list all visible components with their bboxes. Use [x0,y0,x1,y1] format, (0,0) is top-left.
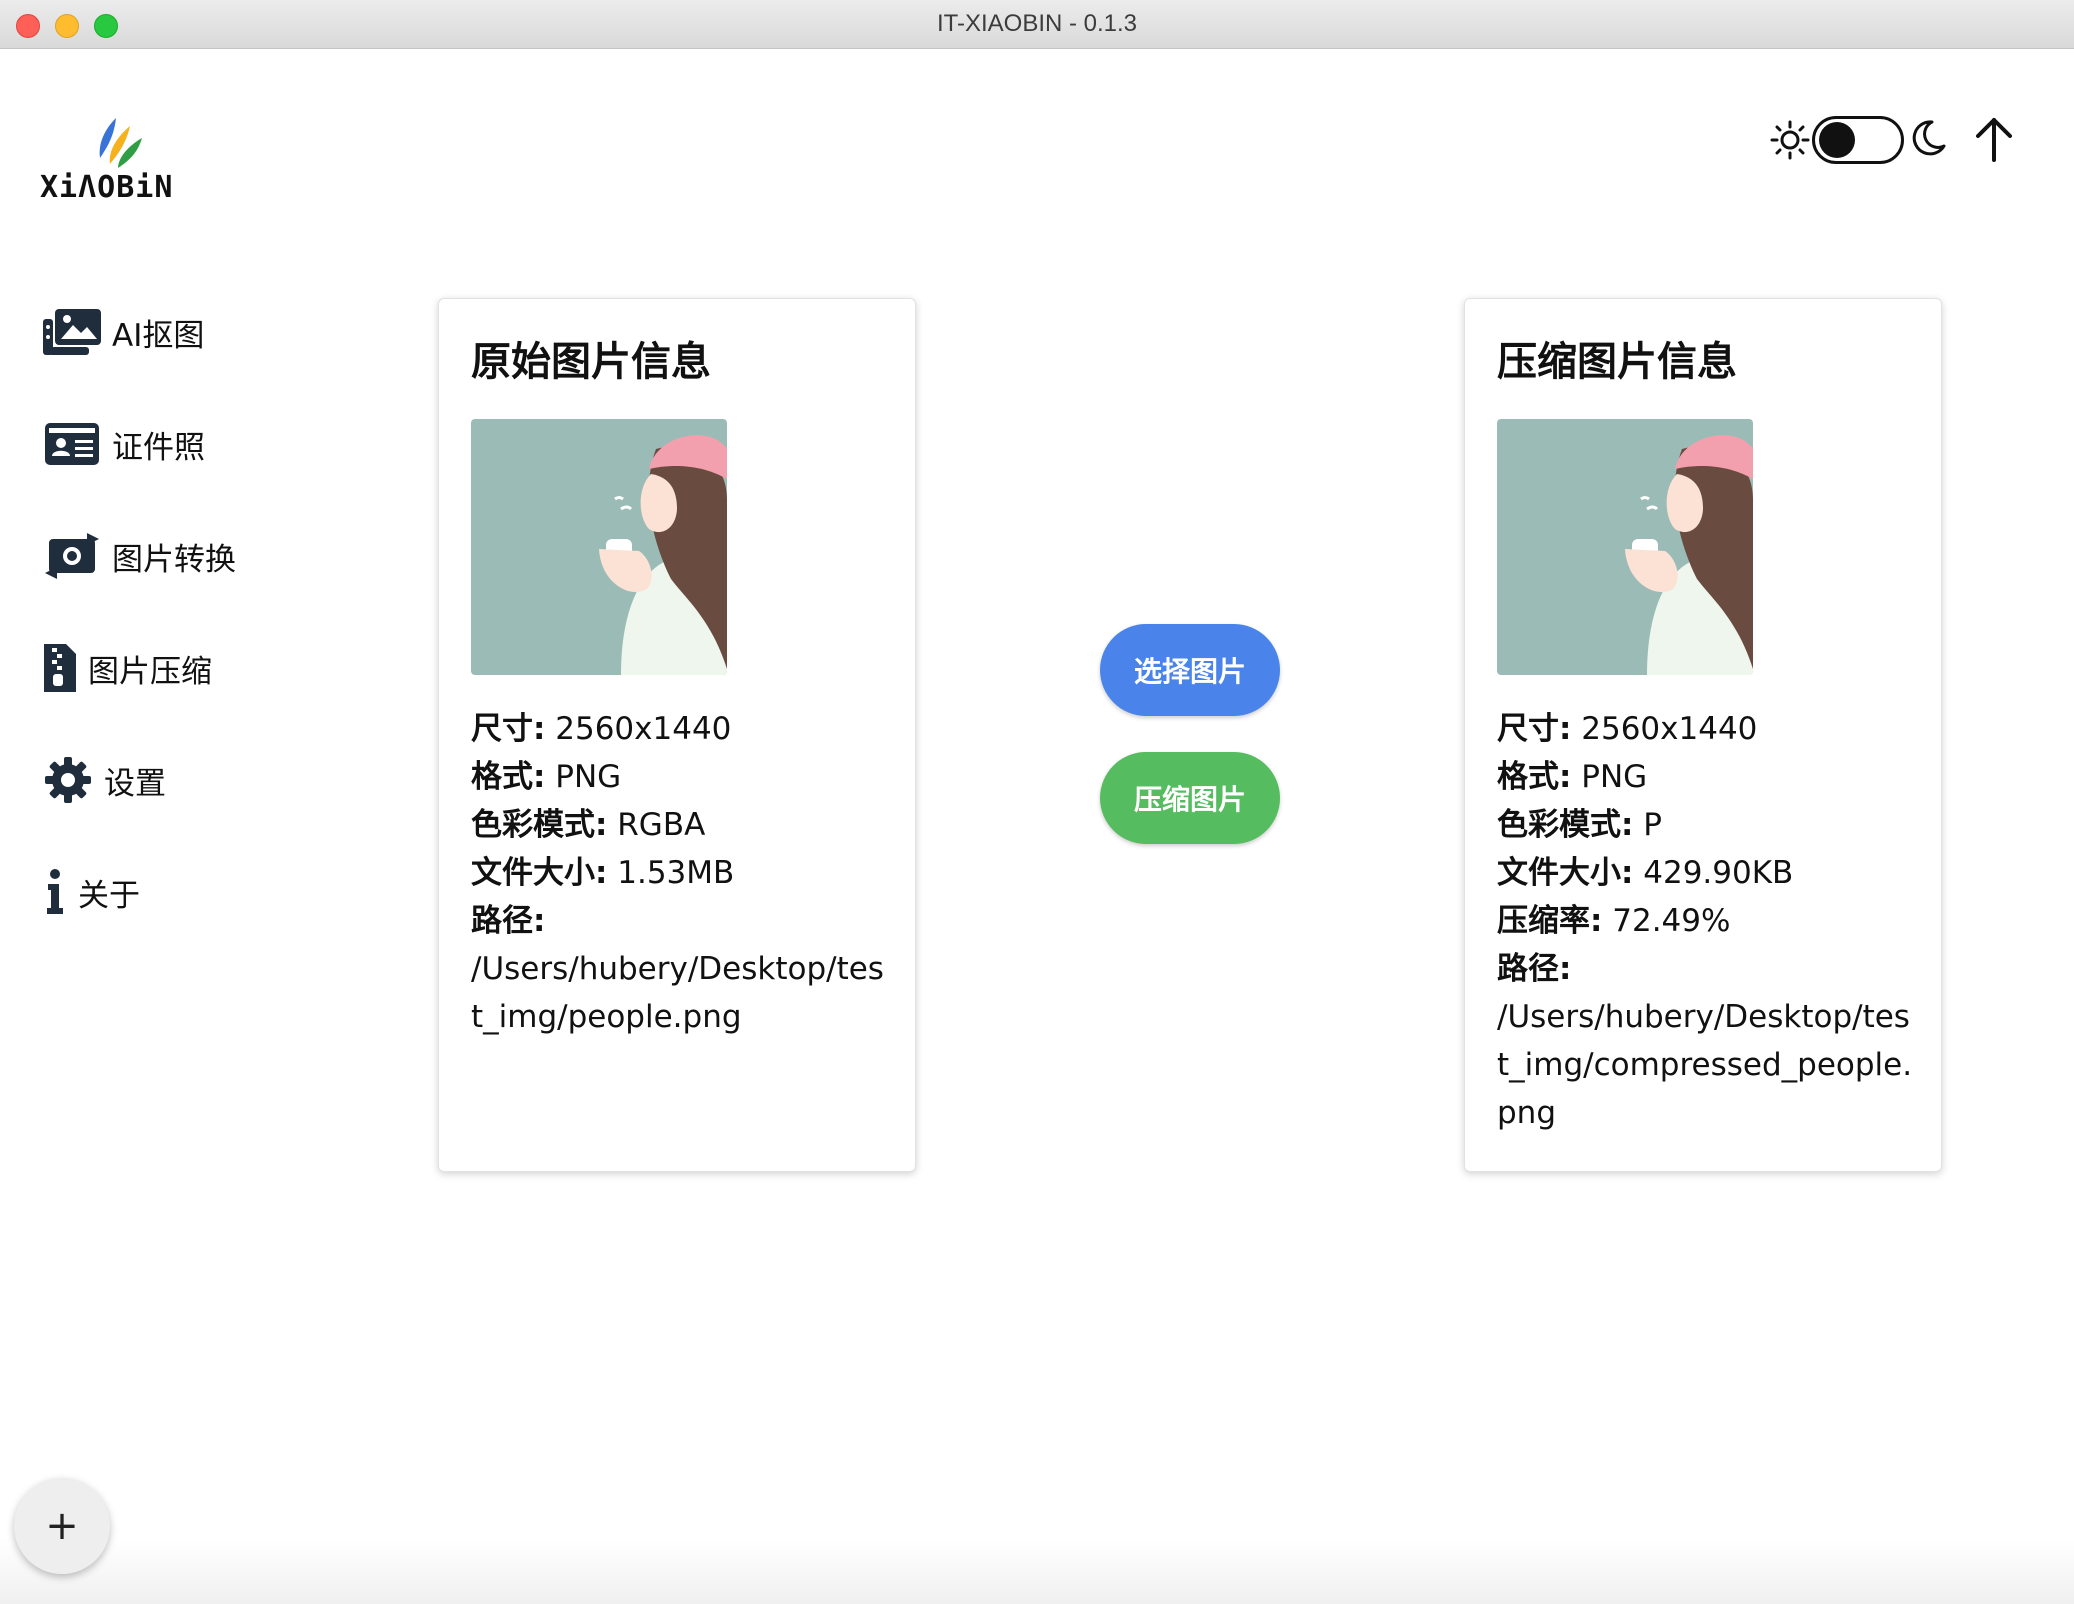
size-row: 尺寸: 2560x1440 [1497,705,1917,753]
file-size-row: 文件大小: 1.53MB [471,849,891,897]
size-row: 尺寸: 2560x1440 [471,705,891,753]
format-row: 格式: PNG [471,753,891,801]
window-title: IT-XIAOBIN - 0.1.3 [936,10,1138,37]
sidebar-item-label: AI抠图 [112,317,205,354]
original-image-preview[interactable] [471,419,727,675]
sidebar-item-image-convert[interactable]: 图片转换 [40,526,236,586]
theme-switch[interactable] [1812,116,1904,164]
moon-icon [1912,120,1946,156]
zip-file-icon [40,640,80,696]
compression-ratio-label: 压缩率: [1497,903,1603,939]
size-value: 2560x1440 [545,711,732,747]
sidebar-item-label: 设置 [104,765,166,802]
sidebar-item-label: 证件照 [112,429,205,466]
format-label: 格式: [1497,759,1572,795]
file-size-label: 文件大小: [471,855,608,891]
file-size-row: 文件大小: 429.90KB [1497,849,1917,897]
compression-ratio-value: 72.49% [1602,903,1731,939]
color-mode-label: 色彩模式: [1497,807,1634,843]
size-label: 尺寸: [471,711,546,747]
path-value: /Users/hubery/Desktop/test_img/people.pn… [471,951,884,1035]
format-label: 格式: [471,759,546,795]
sidebar-item-label: 图片转换 [112,541,236,578]
theme-toggle[interactable] [1770,112,1950,168]
sidebar-item-about[interactable]: 关于 [40,862,140,922]
path-label: 路径: [1497,951,1572,987]
card-title: 压缩图片信息 [1497,339,1737,385]
sidebar-item-settings[interactable]: 设置 [40,750,166,810]
path-label: 路径: [471,903,546,939]
photo-gallery-icon [40,304,104,360]
color-mode-label: 色彩模式: [471,807,608,843]
compressed-image-info: 尺寸: 2560x1440 格式: PNG 色彩模式: P 文件大小: 429.… [1497,705,1917,1137]
gear-icon [40,752,96,808]
window-titlebar: IT-XIAOBIN - 0.1.3 [0,0,2074,49]
sidebar-item-ai-cutout[interactable]: AI抠图 [40,302,204,362]
scroll-up-arrow-icon[interactable] [1972,114,2016,164]
sidebar-item-label: 图片压缩 [88,653,212,690]
size-value: 2560x1440 [1571,711,1758,747]
path-value: /Users/hubery/Desktop/test_img/compresse… [1497,999,1913,1131]
plus-icon: + [45,1503,79,1549]
bottom-shade [0,1540,2074,1604]
original-image-info: 尺寸: 2560x1440 格式: PNG 色彩模式: RGBA 文件大小: 1… [471,705,891,1041]
file-size-value: 1.53MB [607,855,735,891]
card-title: 原始图片信息 [471,339,711,385]
file-size-value: 429.90KB [1633,855,1794,891]
color-mode-row: 色彩模式: RGBA [471,801,891,849]
sidebar-item-id-photo[interactable]: 证件照 [40,414,205,474]
id-card-icon [40,416,104,472]
file-size-label: 文件大小: [1497,855,1634,891]
color-mode-row: 色彩模式: P [1497,801,1917,849]
format-value: PNG [1571,759,1648,795]
format-value: PNG [545,759,622,795]
convert-camera-icon [40,528,104,584]
compressed-image-card: 压缩图片信息 尺寸: 2560x1440 格式: PNG 色彩模式: P 文件大… [1464,298,1942,1172]
logo-text: XiΛOBiN [40,170,174,205]
compression-ratio-row: 压缩率: 72.49% [1497,897,1917,945]
compress-image-button[interactable]: 压缩图片 [1100,752,1280,844]
size-label: 尺寸: [1497,711,1572,747]
color-mode-value: RGBA [607,807,706,843]
compressed-image-preview[interactable] [1497,419,1753,675]
original-image-card: 原始图片信息 尺寸: 2560x1440 格式: PNG 色彩模式: RGBA … [438,298,916,1172]
sidebar-item-label: 关于 [78,877,140,914]
format-row: 格式: PNG [1497,753,1917,801]
sidebar-item-image-compress[interactable]: 图片压缩 [40,638,212,698]
color-mode-value: P [1633,807,1662,843]
select-image-button[interactable]: 选择图片 [1100,624,1280,716]
add-floating-button[interactable]: + [14,1478,110,1574]
sun-icon [1770,120,1810,160]
info-icon [40,864,70,920]
theme-switch-knob [1819,122,1855,158]
